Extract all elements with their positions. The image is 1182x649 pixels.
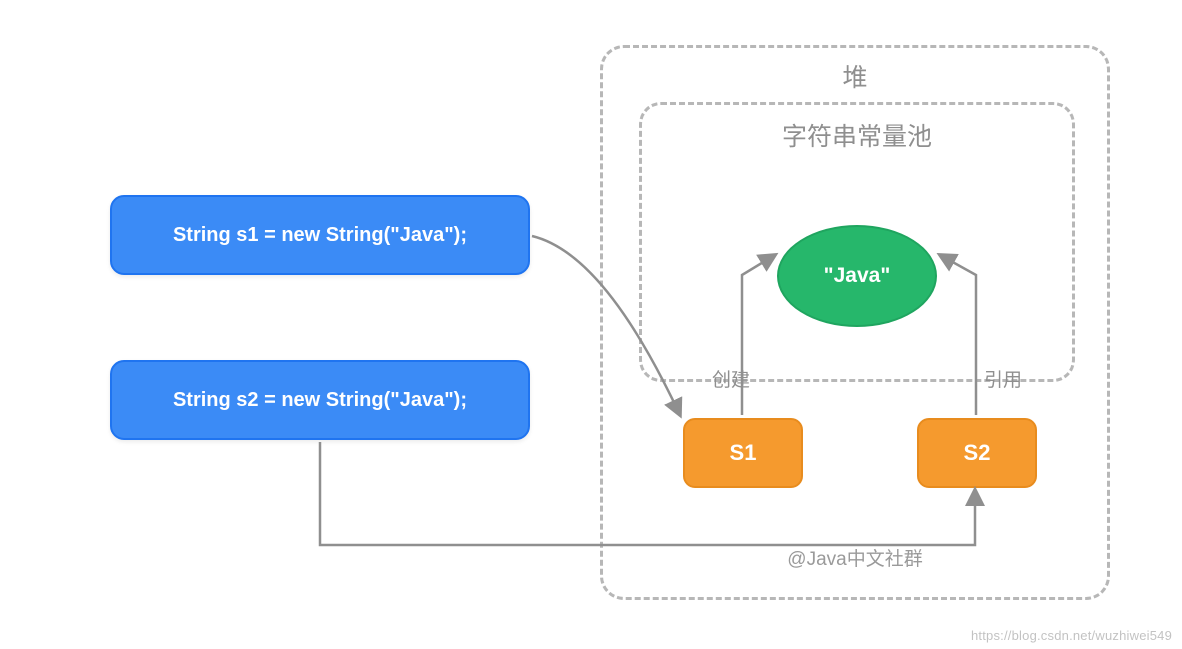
heap-object-s2: S2	[917, 418, 1037, 488]
credit-text: @Java中文社群	[787, 544, 922, 571]
string-pool-title: 字符串常量池	[782, 117, 932, 153]
arrow-label-reference: 引用	[984, 365, 1022, 392]
string-literal-text: "Java"	[824, 264, 891, 288]
heap-object-s1: S1	[683, 418, 803, 488]
heap-title: 堆	[842, 58, 867, 94]
code-text-s1: String s1 = new String("Java");	[173, 224, 467, 247]
heap-object-s2-label: S2	[964, 440, 991, 466]
string-literal-node: "Java"	[777, 225, 937, 327]
heap-region: 堆 字符串常量池 "Java" 创建 引用 S1 S2 @Java中文社群	[600, 45, 1110, 600]
code-box-s2: String s2 = new String("Java");	[110, 360, 530, 440]
heap-object-s1-label: S1	[730, 440, 757, 466]
string-pool-region: 字符串常量池 "Java" 创建 引用	[639, 102, 1075, 382]
code-text-s2: String s2 = new String("Java");	[173, 389, 467, 412]
code-box-s1: String s1 = new String("Java");	[110, 195, 530, 275]
string-heap-diagram: String s1 = new String("Java"); String s…	[0, 0, 1182, 649]
arrow-label-create: 创建	[712, 365, 750, 392]
page-watermark: https://blog.csdn.net/wuzhiwei549	[971, 628, 1172, 643]
